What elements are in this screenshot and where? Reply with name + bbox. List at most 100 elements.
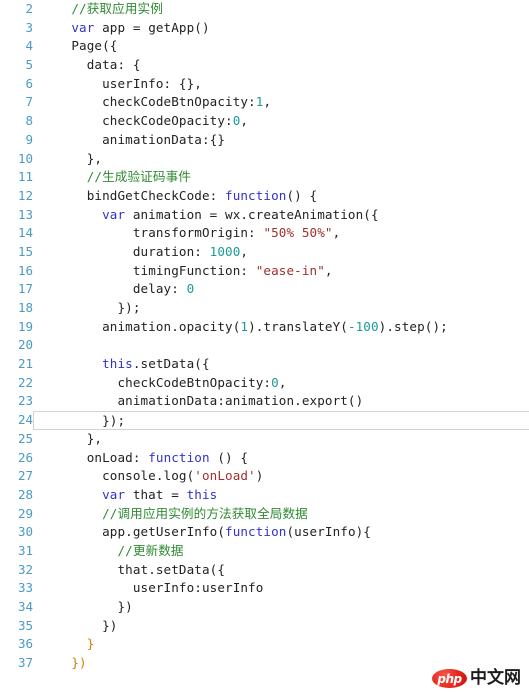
code-line[interactable]: 5 data: {	[0, 56, 529, 75]
code-text[interactable]: //调用应用实例的方法获取全局数据	[33, 505, 529, 524]
code-text[interactable]: },	[33, 150, 529, 169]
code-text[interactable]: checkCodeBtnOpacity:0,	[33, 374, 529, 393]
code-text[interactable]: //生成验证码事件	[33, 168, 529, 187]
code-text[interactable]: });	[33, 299, 529, 318]
code-text[interactable]: animationData:animation.export()	[33, 392, 529, 411]
token-cmt: //调用应用实例的方法获取全局数据	[102, 505, 308, 521]
code-text[interactable]: }	[33, 635, 529, 654]
code-line[interactable]: 33 userInfo:userInfo	[0, 579, 529, 598]
code-line[interactable]: 6 userInfo: {},	[0, 75, 529, 94]
token-plain: ,	[240, 243, 249, 259]
code-line[interactable]: 12 bindGetCheckCode: function() {	[0, 187, 529, 206]
code-text[interactable]: userInfo:userInfo	[33, 579, 529, 598]
token-plain: },	[86, 430, 103, 446]
code-text[interactable]: duration: 1000,	[33, 243, 529, 262]
code-text[interactable]: checkCodeBtnOpacity:1,	[33, 93, 529, 112]
token-num: 1	[240, 318, 249, 334]
token-plain: animation = wx.createAnimation({	[125, 206, 379, 222]
code-line[interactable]: 16 timingFunction: "ease-in",	[0, 262, 529, 281]
code-text[interactable]: var app = getApp()	[33, 19, 529, 38]
token-cmt: //生成验证码事件	[86, 169, 191, 185]
code-line[interactable]: 19 animation.opacity(1).translateY(-100)…	[0, 318, 529, 337]
token-kw: this	[186, 486, 218, 502]
code-text[interactable]: this.setData({	[33, 355, 529, 374]
token-plain: animationData:animation.export()	[117, 393, 364, 409]
token-plain: delay:	[132, 281, 187, 297]
token-plain: checkCodeBtnOpacity:	[117, 374, 272, 390]
line-number: 7	[25, 94, 33, 110]
code-line[interactable]: 26 onLoad: function () {	[0, 449, 529, 468]
code-text[interactable]: delay: 0	[33, 280, 529, 299]
code-text[interactable]: checkCodeOpacity:0,	[33, 112, 529, 131]
code-line[interactable]: 31 //更新数据	[0, 542, 529, 561]
code-line[interactable]: 4 Page({	[0, 37, 529, 56]
code-line[interactable]: 11 //生成验证码事件	[0, 168, 529, 187]
code-line[interactable]: 21 this.setData({	[0, 355, 529, 374]
token-plain: ,	[332, 225, 341, 241]
line-number: 6	[25, 75, 33, 91]
code-line[interactable]: 24 });	[0, 411, 529, 430]
code-line[interactable]: 36 }	[0, 635, 529, 654]
code-line[interactable]: 35 })	[0, 617, 529, 636]
code-line[interactable]: 10 },	[0, 150, 529, 169]
code-text[interactable]: data: {	[33, 56, 529, 75]
code-line[interactable]: 32 that.setData({	[0, 561, 529, 580]
code-line[interactable]: 3 var app = getApp()	[0, 19, 529, 38]
code-text[interactable]: });	[33, 411, 529, 430]
code-text[interactable]: console.log('onLoad')	[33, 467, 529, 486]
code-text[interactable]: animationData:{}	[33, 131, 529, 150]
code-line[interactable]: 27 console.log('onLoad')	[0, 467, 529, 486]
code-text[interactable]: bindGetCheckCode: function() {	[33, 187, 529, 206]
code-text[interactable]: timingFunction: "ease-in",	[33, 262, 529, 281]
code-line[interactable]: 23 animationData:animation.export()	[0, 392, 529, 411]
token-num: 1000	[209, 243, 241, 259]
code-text[interactable]: app.getUserInfo(function(userInfo){	[33, 523, 529, 542]
token-plain: checkCodeOpacity:	[102, 113, 233, 129]
code-line[interactable]: 9 animationData:{}	[0, 131, 529, 150]
code-text[interactable]: },	[33, 430, 529, 449]
code-line[interactable]: 7 checkCodeBtnOpacity:1,	[0, 93, 529, 112]
code-line[interactable]: 14 transformOrigin: "50% 50%",	[0, 224, 529, 243]
code-text[interactable]: var that = this	[33, 486, 529, 505]
line-number: 4	[25, 38, 33, 54]
line-number: 27	[17, 468, 33, 484]
code-text[interactable]: //获取应用实例	[33, 0, 529, 19]
code-text[interactable]: that.setData({	[33, 561, 529, 580]
code-line[interactable]: 18 });	[0, 299, 529, 318]
code-line[interactable]: 30 app.getUserInfo(function(userInfo){	[0, 523, 529, 542]
line-number: 32	[17, 561, 33, 577]
token-plain: app = getApp()	[94, 19, 210, 35]
code-line[interactable]: 28 var that = this	[0, 486, 529, 505]
code-line[interactable]: 34 })	[0, 598, 529, 617]
watermark-site-label: 中文网	[470, 668, 521, 688]
code-line[interactable]: 8 checkCodeOpacity:0,	[0, 112, 529, 131]
token-plain: },	[86, 150, 103, 166]
code-line[interactable]: 20	[0, 336, 529, 355]
code-text[interactable]: animation.opacity(1).translateY(-100).st…	[33, 318, 529, 337]
code-text[interactable]: //更新数据	[33, 542, 529, 561]
token-cmt: //更新数据	[117, 542, 184, 558]
php-logo-icon: php	[432, 669, 467, 688]
code-line[interactable]: 13 var animation = wx.createAnimation({	[0, 206, 529, 225]
code-line[interactable]: 15 duration: 1000,	[0, 243, 529, 262]
code-text[interactable]: var animation = wx.createAnimation({	[33, 206, 529, 225]
code-line[interactable]: 25 },	[0, 430, 529, 449]
code-line[interactable]: 29 //调用应用实例的方法获取全局数据	[0, 505, 529, 524]
watermark: php 中文网	[432, 669, 521, 688]
code-text[interactable]	[33, 336, 529, 355]
code-text[interactable]: userInfo: {},	[33, 75, 529, 94]
line-number: 36	[17, 636, 33, 652]
code-editor[interactable]: 2 //获取应用实例 3 var app = getApp() 4 Page({5 …	[0, 0, 529, 692]
code-text[interactable]: transformOrigin: "50% 50%",	[33, 224, 529, 243]
code-line[interactable]: 2 //获取应用实例	[0, 0, 529, 19]
code-text[interactable]: onLoad: function () {	[33, 449, 529, 468]
code-line[interactable]: 22 checkCodeBtnOpacity:0,	[0, 374, 529, 393]
token-plain: )	[255, 468, 264, 484]
code-line[interactable]: 17 delay: 0	[0, 280, 529, 299]
token-plain: animation.opacity(	[102, 318, 241, 334]
code-text[interactable]: Page({	[33, 37, 529, 56]
code-text[interactable]: })	[33, 617, 529, 636]
token-plain: Page({	[71, 38, 118, 54]
line-number: 12	[17, 187, 33, 203]
code-text[interactable]: })	[33, 598, 529, 617]
